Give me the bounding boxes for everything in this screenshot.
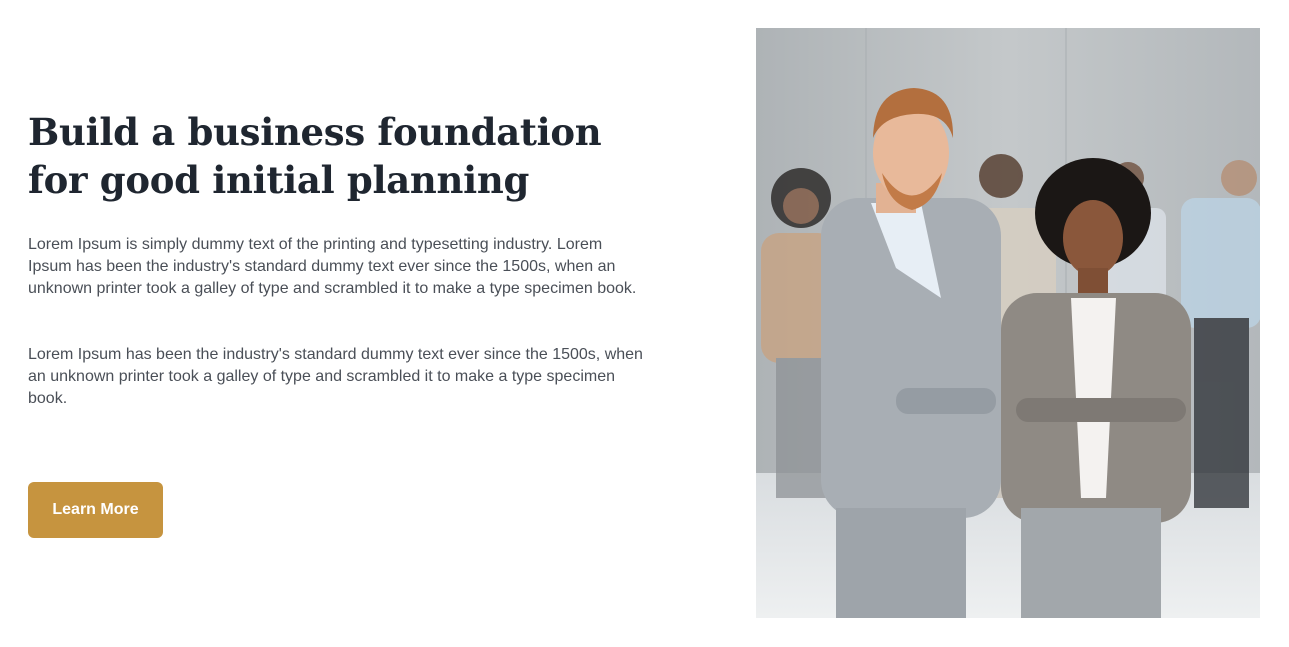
hero-section: Build a business foundation for good ini… (0, 0, 1289, 647)
hero-headline: Build a business foundation for good ini… (28, 110, 602, 202)
team-photo-illustration (756, 28, 1260, 618)
hero-paragraph-1: Lorem Ipsum is simply dummy text of the … (28, 236, 637, 297)
team-photo (756, 28, 1260, 618)
hero-paragraph-2: Lorem Ipsum has been the industry's stan… (28, 346, 643, 407)
learn-more-button[interactable]: Learn More (28, 482, 163, 538)
